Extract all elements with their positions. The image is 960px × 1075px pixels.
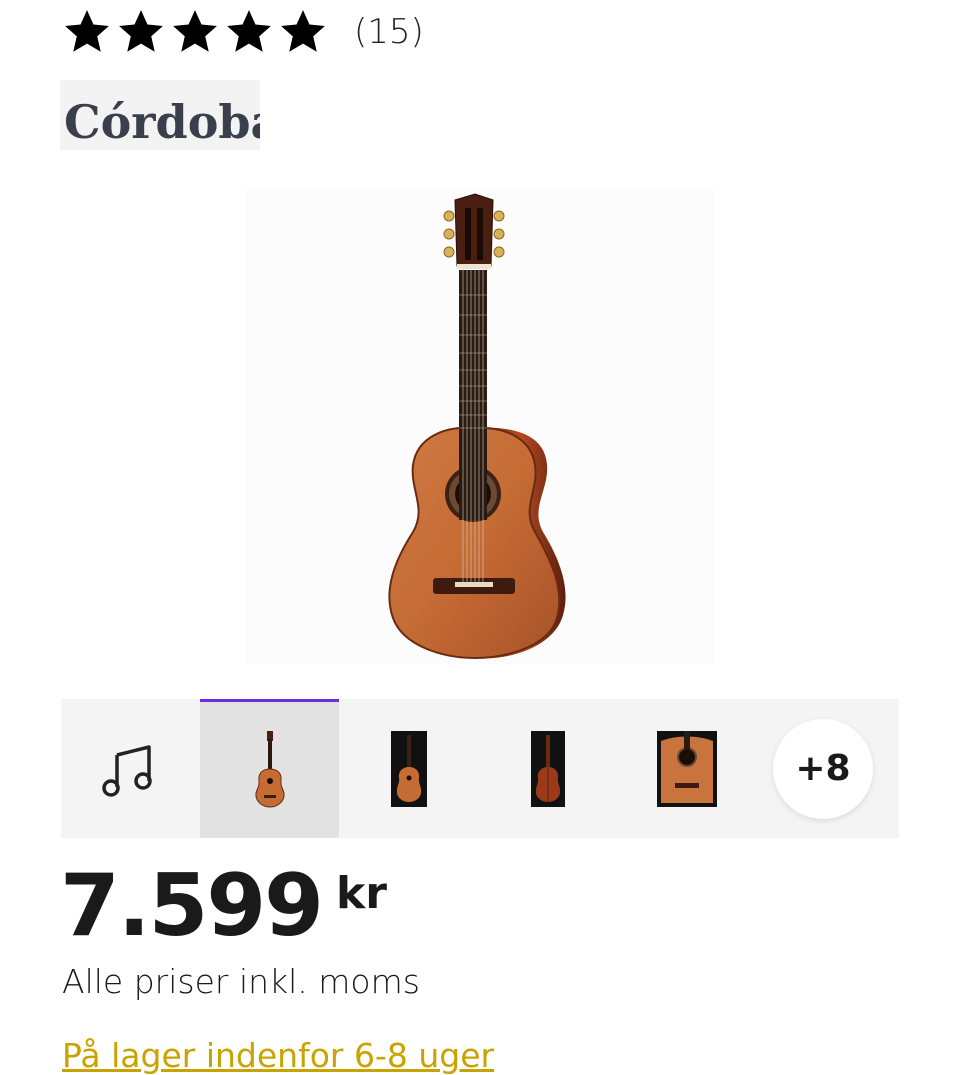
product-main-image[interactable] [245,190,715,665]
star-icon [119,10,163,52]
vat-note: Alle priser inkl. moms [62,962,420,1001]
thumbnail-strip: +8 [61,699,899,838]
guitar-thumb-image [254,730,285,808]
price-currency: kr [336,868,387,919]
star-icon [65,10,109,52]
image-thumb-2[interactable] [339,699,478,838]
guitar-thumb-image [530,730,565,807]
guitar-image [388,193,566,660]
image-thumb-4[interactable] [617,699,756,838]
more-images-button-wrap: +8 [758,699,888,838]
audio-sample-thumb[interactable] [61,699,200,838]
brand-logo-text: Córdoba [64,95,260,149]
price-amount: 7.599 [60,856,324,956]
image-thumb-1[interactable] [200,699,339,838]
more-images-button[interactable]: +8 [773,718,873,819]
star-icon [227,10,271,52]
product-rating[interactable]: (15) [62,6,424,58]
product-price: 7.599 kr [60,856,387,956]
guitar-thumb-image [656,730,717,807]
review-count[interactable]: (15) [354,12,424,52]
guitar-thumb-image [390,730,427,807]
image-thumb-3[interactable] [478,699,617,838]
cordoba-brand-logo[interactable]: Córdoba [60,80,260,150]
star-icon [173,10,217,52]
music-note-icon [101,744,152,797]
rating-stars [62,7,332,57]
stock-status-link[interactable]: På lager indenfor 6-8 uger [62,1036,494,1075]
star-icon [281,10,325,52]
